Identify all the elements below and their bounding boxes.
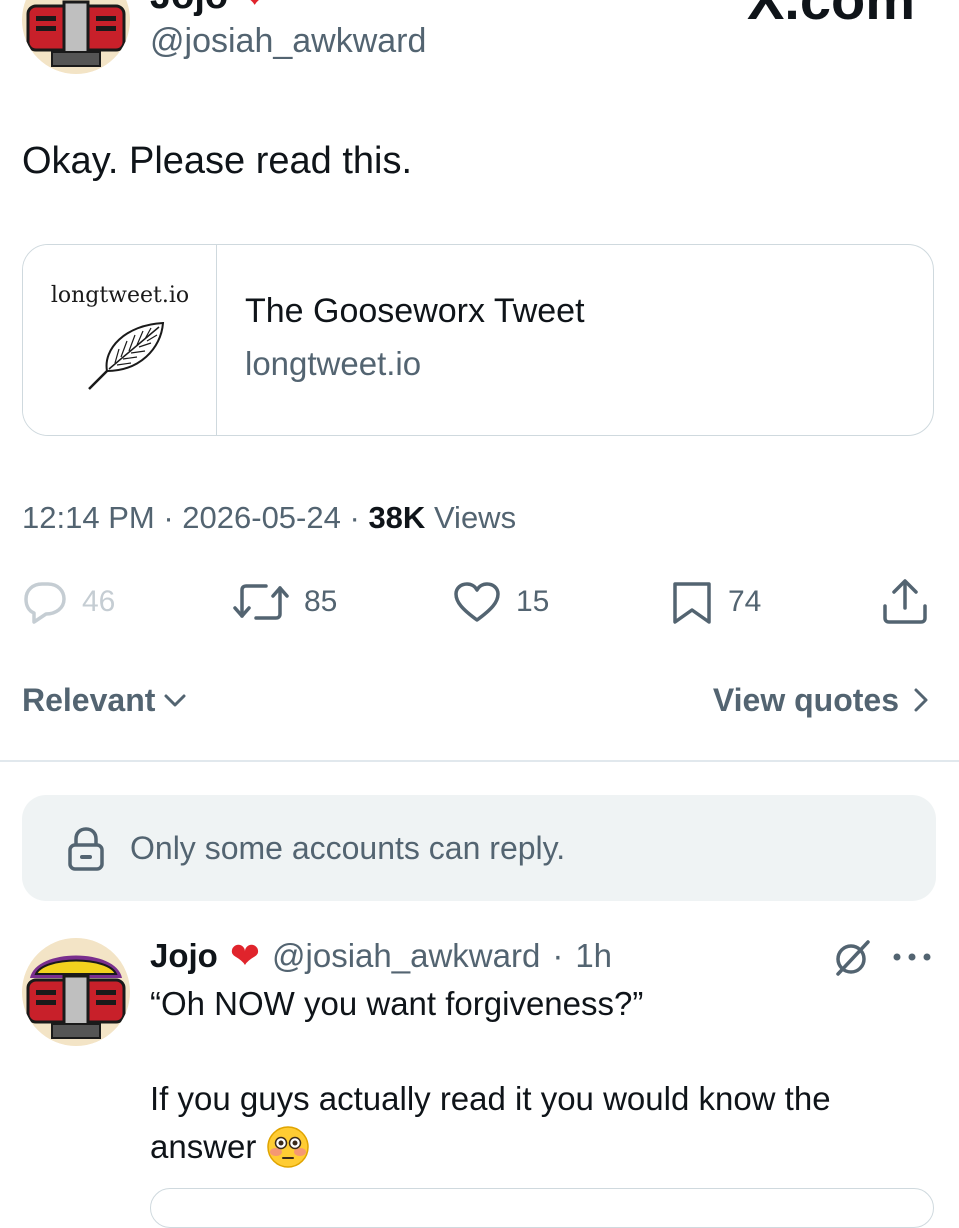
section-divider — [0, 760, 959, 762]
reply-text-line: “Oh NOW you want forgiveness?” — [150, 985, 644, 1022]
reply-text-line: answer — [150, 1125, 310, 1169]
like-count: 15 — [516, 585, 550, 618]
card-title: The Gooseworx Tweet — [245, 292, 585, 330]
reply-text-answer: answer — [150, 1128, 257, 1165]
bookmark-icon — [673, 582, 711, 624]
tweet-date[interactable]: 2026-05-24 — [182, 500, 341, 535]
reply-avatar[interactable] — [22, 938, 130, 1046]
brand-label: X.com — [747, 0, 915, 30]
chevron-right-icon — [914, 688, 928, 712]
views-label: Views — [433, 500, 517, 535]
share-button[interactable] — [880, 578, 930, 626]
reply-icon — [24, 582, 66, 624]
reply-author-handle[interactable]: @josiah_awkward — [272, 935, 540, 977]
like-button[interactable]: 15 — [452, 580, 549, 624]
tweet-meta: 12:14 PM · 2026-05-24 · 38K Views — [22, 498, 516, 538]
reply-count: 46 — [82, 585, 116, 618]
sort-relevant-button[interactable]: Relevant — [22, 680, 187, 720]
meta-separator: · — [349, 500, 360, 535]
share-icon — [883, 579, 927, 624]
tweet-time[interactable]: 12:14 PM — [22, 500, 155, 535]
meta-separator: · — [163, 500, 174, 535]
view-quotes-label: View quotes — [712, 682, 899, 718]
retweet-button[interactable]: 85 — [232, 580, 337, 624]
chevron-down-icon — [164, 694, 186, 707]
like-icon — [454, 582, 500, 622]
card-thumbnail[interactable]: longtweet.io — [23, 245, 217, 435]
bookmark-count: 74 — [728, 585, 762, 618]
card-domain: longtweet.io — [245, 345, 422, 382]
author-name[interactable]: Jojo ❤ — [150, 0, 271, 18]
bookmark-button[interactable]: 74 — [670, 580, 761, 624]
flushed-face-icon — [267, 1126, 310, 1168]
tweet-text: Okay. Please read this. — [22, 140, 413, 182]
reply-header: Jojo ❤ @josiah_awkward · 1h — [150, 935, 612, 977]
reply-restriction-banner: Only some accounts can reply. — [22, 795, 936, 901]
reply-button[interactable]: 46 — [22, 580, 115, 624]
lock-icon — [68, 827, 104, 871]
card-thumbnail-label: longtweet.io — [50, 283, 190, 308]
heart-emoji-icon: ❤ — [229, 935, 261, 976]
feather-icon — [88, 321, 165, 390]
reply-time[interactable]: 1h — [575, 935, 612, 977]
link-card[interactable]: longtweet.io The Gooseworx Tweet longtwe… — [22, 244, 934, 436]
retweet-icon — [233, 584, 289, 620]
views-count: 38K — [368, 500, 426, 535]
author-handle[interactable]: @josiah_awkward — [150, 20, 426, 62]
quoted-card-edge[interactable] — [150, 1188, 934, 1228]
sort-label: Relevant — [22, 682, 156, 718]
reply-restriction-text: Only some accounts can reply. — [130, 830, 566, 866]
more-options-button[interactable] — [892, 950, 932, 969]
heart-emoji-icon: ❤ — [239, 0, 271, 17]
grok-button[interactable] — [832, 938, 872, 983]
view-quotes-link[interactable]: View quotes — [713, 680, 929, 720]
retweet-count: 85 — [304, 585, 338, 618]
more-icon — [893, 953, 931, 961]
reply-text-line: If you guys actually read it you would k… — [150, 1080, 831, 1117]
author-avatar[interactable] — [22, 0, 130, 74]
grok-icon — [836, 940, 870, 976]
reply-author-name[interactable]: Jojo — [150, 935, 218, 977]
reply-separator: · — [552, 937, 564, 974]
